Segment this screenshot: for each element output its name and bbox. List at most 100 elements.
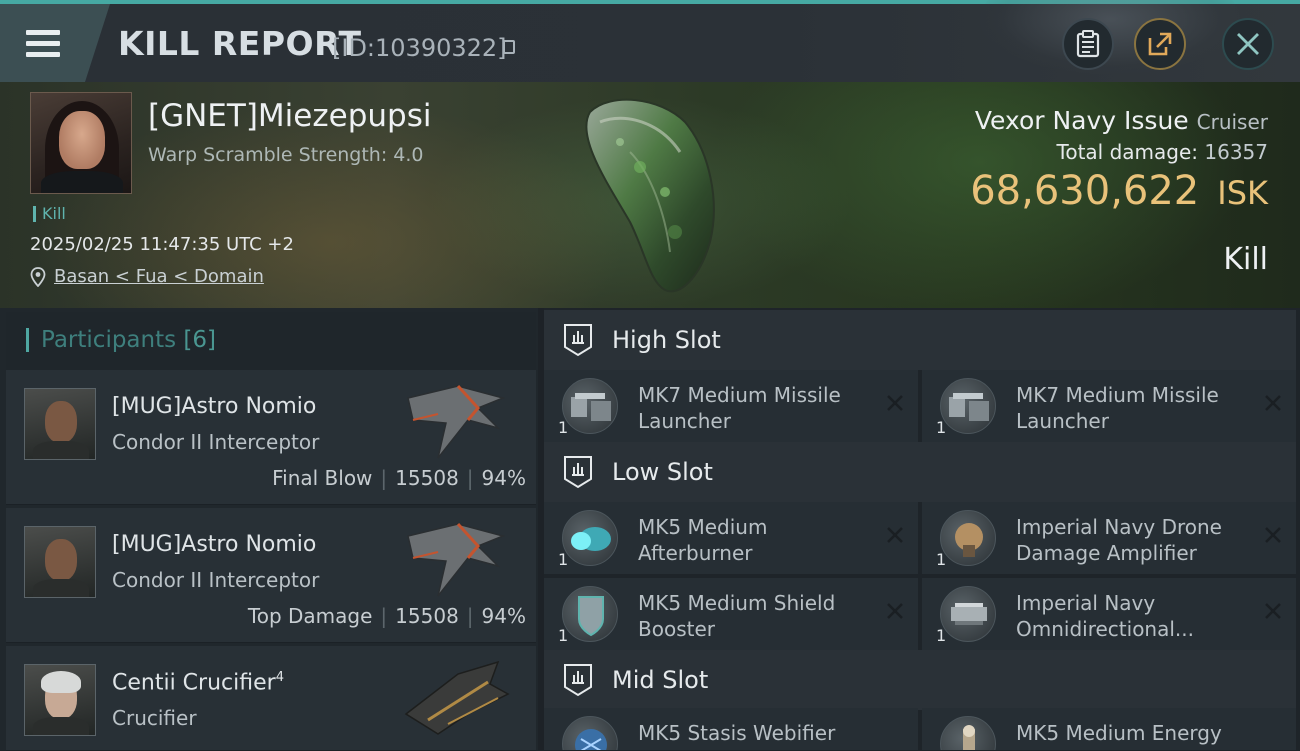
- participant-damage: 15508: [395, 604, 459, 628]
- high-slot-header: High Slot: [544, 310, 1296, 370]
- participant-row[interactable]: [MUG]Astro Nomio Condor II Interceptor T…: [6, 508, 536, 643]
- participants-title: Participants [6]: [26, 328, 216, 352]
- isk-unit: ISK: [1217, 174, 1268, 212]
- stasis-webifier-icon: [562, 716, 618, 750]
- clipboard-icon: [1076, 30, 1100, 58]
- module-name: MK7 Medium Missile Launcher: [1016, 383, 1219, 433]
- module-name: MK5 Stasis Webifier: [638, 721, 836, 745]
- copy-icon[interactable]: [503, 40, 515, 54]
- participant-percent: 94%: [481, 604, 526, 628]
- module-qty: 1: [558, 626, 569, 645]
- module-qty: 1: [558, 550, 569, 569]
- participant-stats: Top Damage | 15508 | 94%: [247, 604, 526, 628]
- module-item[interactable]: 1 MK5 Medium Shield Booster: [544, 578, 918, 650]
- close-icon[interactable]: [1264, 526, 1282, 544]
- location-pin-icon: [30, 266, 46, 287]
- module-name: MK5 Medium Energy: [1016, 721, 1222, 745]
- participant-percent: 94%: [481, 466, 526, 490]
- participant-name-text: Centii Crucifier: [112, 670, 276, 696]
- ship-name-text[interactable]: Vexor Navy Issue: [975, 106, 1189, 135]
- participant-ship-image: [404, 660, 510, 735]
- kill-location[interactable]: Basan < Fua < Domain: [30, 266, 264, 287]
- module-qty: 1: [936, 418, 947, 437]
- total-damage: Total damage: 16357: [1057, 140, 1268, 164]
- isk-value: 68,630,622 ISK: [970, 168, 1268, 214]
- mid-slot-label: Mid Slot: [612, 666, 709, 694]
- close-icon[interactable]: [1264, 602, 1282, 620]
- total-damage-label: Total damage:: [1056, 140, 1199, 164]
- missile-launcher-icon: [940, 378, 996, 434]
- participant-role: Final Blow: [272, 466, 373, 490]
- low-slot-label: Low Slot: [612, 458, 713, 486]
- module-qty: 1: [936, 626, 947, 645]
- high-slot-icon: [564, 324, 592, 357]
- module-item[interactable]: MK5 Medium Energy: [922, 708, 1296, 750]
- victim-banner: [GNET]Miezepupsi Warp Scramble Strength:…: [0, 82, 1300, 308]
- close-button[interactable]: [1222, 18, 1274, 70]
- share-button[interactable]: [1134, 18, 1186, 70]
- total-damage-value: 16357: [1204, 140, 1268, 164]
- page-title: KILL REPORT: [118, 24, 362, 63]
- shield-booster-icon: [562, 586, 618, 642]
- afterburner-icon: [562, 510, 618, 566]
- module-name: Imperial Navy Drone Damage Amplifier: [1016, 515, 1222, 565]
- participant-ship: Condor II Interceptor: [112, 568, 320, 592]
- close-icon[interactable]: [886, 394, 904, 412]
- module-name: Imperial Navy Omnidirectional...: [1016, 591, 1194, 641]
- isk-amount: 68,630,622: [970, 168, 1200, 214]
- kill-datetime: 2025/02/25 11:47:35 UTC +2: [30, 234, 294, 255]
- victim-avatar[interactable]: [30, 92, 132, 194]
- victim-ship-name: Vexor Navy Issue Cruiser: [975, 106, 1268, 135]
- participants-count: [6]: [183, 327, 217, 353]
- victim-ship-image[interactable]: [570, 92, 730, 297]
- participant-superscript: 4: [275, 670, 284, 685]
- location-link[interactable]: Basan < Fua < Domain: [54, 266, 264, 287]
- module-item[interactable]: 1 MK7 Medium Missile Launcher: [922, 370, 1296, 442]
- module-item[interactable]: 1 Imperial Navy Omnidirectional...: [922, 578, 1296, 650]
- participant-name: [MUG]Astro Nomio: [112, 394, 317, 419]
- participants-header: Participants [6]: [6, 312, 536, 371]
- participant-stats: Final Blow | 15508 | 94%: [272, 466, 526, 490]
- victim-name[interactable]: [GNET]Miezepupsi: [148, 98, 431, 134]
- participant-ship-image: [407, 522, 506, 597]
- participant-row[interactable]: Centii Crucifier4 Crucifier: [6, 646, 536, 751]
- module-name: MK5 Medium Shield Booster: [638, 591, 836, 641]
- close-icon[interactable]: [1264, 394, 1282, 412]
- participant-avatar[interactable]: [24, 526, 96, 598]
- high-slot-label: High Slot: [612, 326, 721, 354]
- participant-damage: 15508: [395, 466, 459, 490]
- fitting-panel: High Slot 1 MK7 Medium Missile Launcher …: [544, 308, 1300, 750]
- missile-launcher-icon: [562, 378, 618, 434]
- module-item[interactable]: 1 MK5 Medium Afterburner: [544, 502, 918, 574]
- participant-avatar[interactable]: [24, 664, 96, 736]
- close-icon: [1237, 33, 1259, 55]
- participant-ship-image: [407, 384, 506, 459]
- module-qty: 1: [558, 418, 569, 437]
- module-name: MK7 Medium Missile Launcher: [638, 383, 841, 433]
- module-item[interactable]: 1 Imperial Navy Drone Damage Amplifier: [922, 502, 1296, 574]
- module-qty: 1: [936, 550, 947, 569]
- kill-result: Kill: [1223, 242, 1268, 277]
- participant-ship: Crucifier: [112, 706, 197, 730]
- close-icon[interactable]: [886, 526, 904, 544]
- energy-module-icon: [940, 716, 996, 750]
- clipboard-button[interactable]: [1062, 18, 1114, 70]
- module-name: MK5 Medium Afterburner: [638, 515, 768, 565]
- ship-class: Cruiser: [1196, 110, 1268, 134]
- share-icon: [1148, 32, 1172, 56]
- menu-button[interactable]: [0, 4, 110, 82]
- omnidirectional-module-icon: [940, 586, 996, 642]
- warp-scramble-strength: Warp Scramble Strength: 4.0: [148, 144, 424, 166]
- module-item[interactable]: 1 MK7 Medium Missile Launcher: [544, 370, 918, 442]
- participant-avatar[interactable]: [24, 388, 96, 460]
- participant-name: Centii Crucifier4: [112, 670, 284, 695]
- kill-tag: Kill: [33, 206, 66, 222]
- module-item[interactable]: MK5 Stasis Webifier: [544, 708, 918, 750]
- hamburger-icon: [26, 24, 60, 63]
- low-slot-header: Low Slot: [544, 442, 1296, 502]
- mid-slot-header: Mid Slot: [544, 650, 1296, 710]
- mid-slot-icon: [564, 664, 592, 697]
- close-icon[interactable]: [886, 602, 904, 620]
- participant-ship: Condor II Interceptor: [112, 430, 320, 454]
- participant-row[interactable]: [MUG]Astro Nomio Condor II Interceptor F…: [6, 370, 536, 505]
